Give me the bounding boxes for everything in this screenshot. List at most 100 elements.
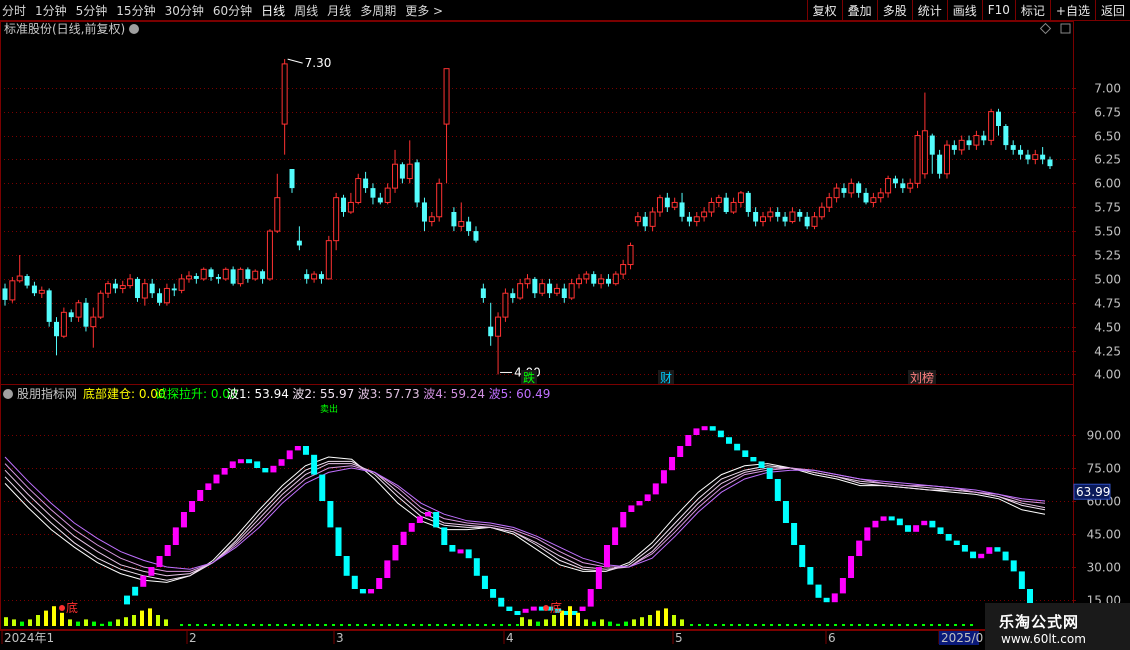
candle-body: [929, 135, 935, 155]
ground-dot: [970, 624, 973, 626]
watermark-line2: www.60lt.com: [1001, 632, 1086, 646]
ground-dot: [308, 624, 311, 626]
osc-bar: [124, 595, 130, 605]
ind-tick-label-1: 30.00: [1087, 561, 1121, 575]
indicator-legend-item-5: 波4: 59.24: [423, 387, 485, 401]
ground-bar: [164, 619, 168, 626]
candle-body: [863, 192, 869, 203]
candle-body: [745, 192, 751, 212]
event-label-2: 刘榜: [910, 370, 934, 385]
osc-bar: [335, 527, 342, 556]
osc-bar: [433, 512, 440, 528]
osc-bar: [994, 547, 1001, 552]
osc-bar: [449, 545, 456, 552]
price-tick-label-11: 6.75: [1094, 106, 1121, 120]
osc-bar: [929, 520, 936, 528]
candle-body: [112, 283, 118, 289]
candle-body: [782, 216, 788, 222]
ground-dot: [412, 624, 415, 626]
high-marker-line: [287, 58, 303, 64]
ground-bar: [68, 619, 72, 626]
x-axis-label-5: 6: [828, 631, 836, 645]
candle-body: [141, 283, 148, 299]
osc-bar: [530, 606, 537, 611]
ground-dot: [276, 624, 279, 626]
osc-bar: [904, 525, 911, 532]
osc-bar: [302, 446, 309, 455]
osc-bar: [831, 593, 838, 603]
ground-dot: [850, 624, 853, 626]
osc-bar: [457, 549, 464, 554]
candle-body: [473, 231, 479, 241]
candle-body: [620, 264, 627, 275]
candle-body: [510, 293, 516, 298]
candle-body: [208, 269, 214, 277]
candle-body: [826, 197, 833, 208]
osc-bar: [416, 516, 423, 523]
candle-body: [877, 192, 884, 199]
candle-body: [428, 216, 435, 223]
ground-bar: [60, 612, 64, 626]
ground-bar: [76, 621, 80, 626]
ground-dot: [268, 624, 271, 626]
osc-bar: [978, 553, 985, 559]
indicator-legend-item-6: 波5: 60.49: [489, 387, 551, 401]
osc-bar: [408, 523, 415, 532]
ground-dot: [754, 624, 757, 626]
osc-bar: [579, 606, 586, 611]
osc-bar: [278, 459, 285, 466]
ground-bar: [672, 615, 676, 626]
osc-bar: [839, 578, 846, 594]
price-tick-label-7: 5.75: [1094, 201, 1121, 215]
candle-body: [634, 216, 641, 223]
ground-bar: [568, 606, 572, 626]
price-tick-label-3: 4.75: [1094, 297, 1121, 311]
candle-body: [54, 321, 60, 337]
ground-dot: [762, 624, 765, 626]
candle-body: [333, 197, 340, 242]
candle-body: [392, 163, 399, 189]
candle-body: [767, 211, 774, 218]
ground-dot: [842, 624, 845, 626]
ground-bar: [584, 619, 588, 626]
candle-body: [274, 197, 281, 232]
osc-bar: [734, 443, 741, 451]
ground-bar: [36, 615, 40, 626]
candle-body: [642, 216, 648, 227]
ground-bar: [624, 621, 628, 626]
candle-body: [458, 221, 465, 227]
ground-dot: [922, 624, 925, 626]
ground-bar: [156, 615, 160, 626]
osc-bar: [221, 468, 228, 475]
candle-body: [436, 182, 443, 218]
osc-bar: [140, 575, 147, 587]
osc-bar: [1002, 551, 1009, 561]
ground-dot: [260, 624, 263, 626]
candle-body: [818, 206, 825, 218]
candle-body: [730, 201, 737, 213]
candle-body: [737, 192, 744, 203]
ground-dot: [962, 624, 965, 626]
price-tick-label-0: 4.00: [1094, 368, 1121, 382]
osc-bar: [921, 520, 928, 526]
candle-body: [171, 288, 177, 291]
ground-dot: [196, 624, 199, 626]
chart-canvas[interactable]: 4.00 4.25 4.50 4.75 5.00 5.25 5.50 5.75 6.00 6.25…: [0, 0, 1130, 650]
candle-body: [304, 274, 310, 279]
main-panel-frame: [0, 21, 1074, 385]
candle-body: [9, 280, 16, 301]
candle-body: [451, 212, 457, 227]
ground-bar: [536, 621, 540, 626]
ground-bar: [28, 619, 32, 626]
candle-body: [856, 183, 862, 193]
ground-dot: [508, 624, 511, 626]
event-label-0: 跌: [523, 370, 535, 385]
ground-bar: [616, 623, 620, 626]
wave-line-5: [4, 456, 1046, 570]
candle-body: [723, 197, 729, 212]
candle-body: [75, 302, 82, 318]
osc-bar: [717, 430, 724, 438]
candle-body: [222, 268, 229, 280]
x-axis-label-6: 2025/0: [941, 631, 983, 645]
osc-bar: [669, 457, 676, 471]
